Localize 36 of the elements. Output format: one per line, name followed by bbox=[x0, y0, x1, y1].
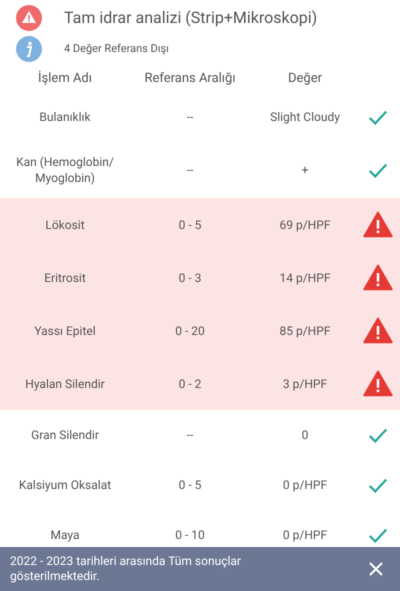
reference-range: -- bbox=[186, 162, 194, 179]
result-value: 0 p/HPF bbox=[282, 477, 328, 494]
test-name: Gran Silendir bbox=[30, 427, 100, 443]
test-name: Hyalan Silendir bbox=[24, 376, 106, 392]
reference-range: -- bbox=[186, 427, 194, 444]
test-title: Tam idrar analizi (Strip+Mikroskopi) bbox=[64, 7, 318, 29]
reference-range: -- bbox=[186, 109, 194, 126]
reference-range: 0 - 5 bbox=[178, 477, 202, 494]
info-icon bbox=[16, 36, 42, 62]
test-name: Maya bbox=[49, 527, 81, 543]
test-name: Kan (Hemoglobin/ Myoglobin) bbox=[15, 154, 115, 186]
column-header: Değer bbox=[286, 70, 324, 88]
test-name: Bulanıklık bbox=[38, 109, 92, 125]
result-value: + bbox=[300, 162, 310, 179]
column-header: Referans Aralığı bbox=[143, 70, 237, 88]
result-value: 3 p/HPF bbox=[282, 376, 328, 392]
result-value: 69 p/HPF bbox=[278, 216, 332, 234]
column-header: İşlem Adı bbox=[37, 70, 93, 88]
reference-range: 0 - 2 bbox=[178, 376, 202, 392]
result-value: 0 bbox=[300, 427, 310, 444]
result-value: Slight Cloudy bbox=[269, 109, 341, 126]
reference-range: 0 - 20 bbox=[174, 322, 206, 340]
warning-badge-icon bbox=[16, 5, 42, 31]
test-name: Kalsiyum Oksalat bbox=[18, 477, 112, 493]
close-icon bbox=[368, 561, 384, 577]
result-value: 0 p/HPF bbox=[282, 527, 328, 544]
test-name: Yassı Epitel bbox=[33, 322, 97, 338]
reference-range: 0 - 5 bbox=[178, 216, 202, 234]
out-of-range-summary: 4 Değer Referans Dışı bbox=[64, 40, 169, 57]
test-name: Lökosit bbox=[44, 216, 86, 232]
result-value: 14 p/HPF bbox=[278, 270, 332, 286]
banner-message: 2022 - 2023 tarihleri arasında Tüm sonuçlar gösterilmektedir. bbox=[10, 554, 242, 584]
test-name: Eritrosit bbox=[43, 270, 87, 286]
result-value: 85 p/HPF bbox=[278, 322, 332, 340]
reference-range: 0 - 3 bbox=[178, 270, 202, 286]
reference-range: 0 - 10 bbox=[174, 527, 206, 544]
